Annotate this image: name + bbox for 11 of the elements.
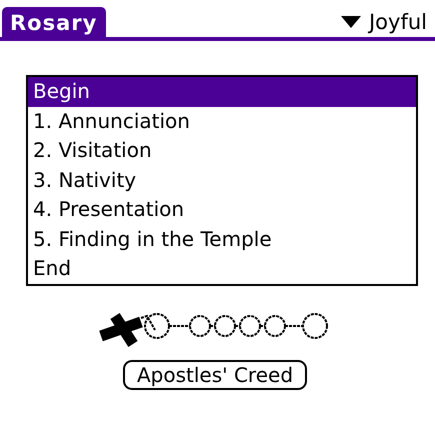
list-item[interactable]: 1. Annunciation <box>28 106 416 136</box>
mystery-dropdown[interactable]: Joyful <box>340 10 435 37</box>
prayer-button[interactable]: Apostles' Creed <box>122 360 308 390</box>
list-item[interactable]: 5. Finding in the Temple <box>28 224 416 254</box>
list-item[interactable]: End <box>28 254 416 284</box>
list-item[interactable]: Begin <box>28 77 416 106</box>
list-item[interactable]: 2. Visitation <box>28 136 416 166</box>
list-item[interactable]: 4. Presentation <box>28 195 416 224</box>
dropdown-arrow-icon <box>340 16 361 28</box>
app-title: Rosary <box>2 7 106 37</box>
list-item[interactable]: 3. Nativity <box>28 166 416 195</box>
